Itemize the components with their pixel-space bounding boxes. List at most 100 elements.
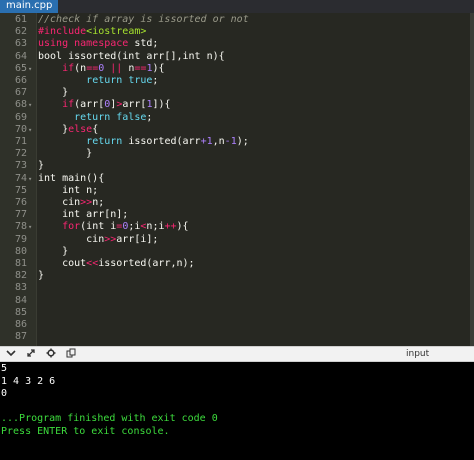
line-number: 73 (14, 160, 27, 172)
code-line: 75 int n; (0, 185, 470, 197)
console-line: 1 4 3 2 6 (1, 375, 56, 387)
code-token: n; (92, 197, 105, 208)
code-token: || (104, 62, 129, 74)
code-line: 76 cin>>n; (0, 197, 470, 209)
line-number: 61 (14, 14, 27, 25)
chevron-down-icon[interactable] (4, 348, 18, 360)
code-text: } (38, 148, 92, 160)
fold-toggle-icon[interactable]: ▾ (28, 221, 32, 233)
code-editor[interactable]: 61 //check if array is issorted or not 62 #… (0, 13, 474, 346)
console-line: Press ENTER to exit console. (1, 426, 170, 437)
code-token: issorted(arr,n); (98, 258, 195, 269)
code-text: } (38, 87, 68, 99)
code-token: if (62, 62, 75, 74)
line-number: 82 (14, 270, 27, 282)
code-token: (int i (80, 221, 117, 233)
code-token: -1 (224, 136, 237, 147)
code-text: } (38, 160, 44, 172)
code-token: } (38, 245, 69, 257)
online-ide-window: main.cpp 61 //check if array is issorted … (0, 0, 474, 460)
code-token: } (38, 160, 45, 172)
line-number: 71 (14, 136, 27, 147)
line-number: 67 (14, 87, 27, 99)
code-token: ]){ (152, 99, 171, 111)
code-token: else (68, 123, 93, 135)
code-line: 72 } (0, 148, 470, 160)
code-token: } (38, 270, 45, 282)
code-line: 80 } (0, 246, 470, 258)
code-token: } (38, 87, 69, 99)
line-number: 86 (14, 319, 27, 330)
code-text: return false; (38, 112, 152, 124)
code-line: 85 (0, 307, 470, 319)
code-text: #include<iostream> (38, 26, 146, 38)
console-line: ...Program finished with exit code 0 (1, 413, 218, 425)
code-line: 86 (0, 319, 470, 331)
tab-main-cpp[interactable]: main.cpp (0, 0, 59, 13)
code-text: using namespace std; (38, 38, 158, 50)
code-text: cin>>n; (38, 197, 104, 209)
code-text: for(int i=0;i<n;i++){ (38, 221, 189, 233)
code-token: == (134, 62, 147, 74)
console-line: 0 (1, 388, 8, 400)
line-number: 79 (14, 233, 27, 245)
output-console[interactable]: 51 4 3 2 6 0 ...Program finished with exit… (0, 362, 474, 460)
code-token: ++ (164, 221, 177, 233)
code-line: 84 (0, 295, 470, 307)
code-text: cout<<issorted(arr,n); (38, 258, 195, 270)
expand-icon[interactable] (24, 348, 38, 360)
fold-toggle-icon[interactable]: ▾ (28, 99, 32, 111)
code-token: return (86, 136, 123, 147)
code-token: issorted(arr (122, 136, 201, 147)
code-line: 81 cout<<issorted(arr,n); (0, 258, 470, 270)
code-text: int n; (38, 185, 98, 197)
code-line: 78 ▾ for(int i=0;i<n;i++){ (0, 221, 470, 233)
code-token: >> (104, 233, 117, 245)
code-line: 71 return issorted(arr+1,n-1); (0, 136, 470, 148)
line-number: 85 (14, 306, 27, 318)
code-text: } (38, 246, 68, 258)
code-token: //check if array is issorted or not (38, 14, 249, 25)
code-token: using namespace (38, 38, 129, 50)
console-toolbar: input (0, 346, 474, 362)
code-line: 77 int arr[n]; (0, 209, 470, 221)
gear-icon[interactable] (44, 348, 58, 360)
line-number: 63 (14, 38, 27, 50)
fold-toggle-icon[interactable]: ▾ (28, 124, 32, 136)
code-text: int main(){ (38, 173, 104, 185)
code-line: 62 #include<iostream> (0, 26, 470, 38)
code-line: 69 return false; (0, 112, 470, 124)
code-token: ){ (176, 221, 189, 233)
code-token: cin (38, 197, 81, 208)
code-line: 61 //check if array is issorted or not (0, 14, 470, 26)
line-number: 78 (14, 221, 27, 233)
code-line: 65 ▾ if(n==0 || n==1){ (0, 63, 470, 75)
line-number: 83 (14, 282, 27, 294)
code-text: return issorted(arr+1,n-1); (38, 136, 249, 148)
line-number: 64 (14, 50, 27, 62)
code-token: } (38, 123, 69, 135)
copy-icon[interactable] (64, 348, 78, 360)
code-token: == (86, 62, 99, 74)
line-number: 81 (14, 258, 27, 269)
code-token: return true (86, 75, 153, 86)
fold-toggle-icon[interactable]: ▾ (28, 63, 32, 75)
code-token: ;i (128, 221, 141, 233)
code-line: 82} (0, 270, 470, 282)
code-line: 79 cin>>arr[i]; (0, 234, 470, 246)
code-token: arr[ (122, 99, 147, 111)
code-token: (arr[ (74, 99, 105, 111)
code-line: 70 ▾ }else{ (0, 124, 470, 136)
code-token: arr[i]; (116, 233, 159, 245)
code-token: cin (38, 233, 105, 245)
code-token: ,n (212, 136, 225, 147)
editor-scrollbar[interactable] (470, 13, 474, 346)
code-token: { (92, 123, 99, 135)
code-token: ); (236, 136, 249, 147)
fold-toggle-icon[interactable]: ▾ (28, 173, 32, 185)
code-token: int arr[n]; (38, 209, 129, 221)
code-line: 83 (0, 282, 470, 294)
